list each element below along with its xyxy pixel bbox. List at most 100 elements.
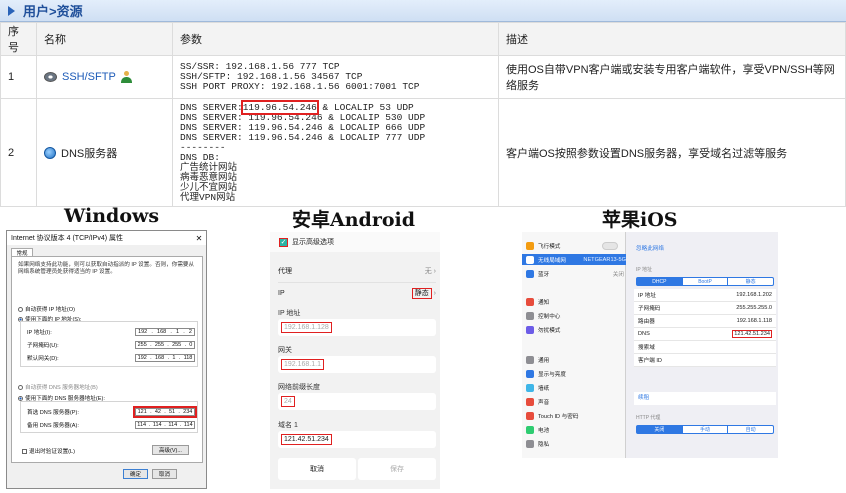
dns1-label: 域名 1 [278, 422, 298, 429]
dialog-title: Internet 协议版本 4 (TCP/IPv4) 属性 [11, 235, 124, 242]
show-advanced-row[interactable]: ✓ 显示高级选项 [270, 232, 440, 252]
ip-address-input[interactable]: 192.168.1.128 [278, 319, 436, 336]
param-line: DNS SERVER:119.96.54.246 & LOCALIP 53 UD… [180, 99, 414, 115]
platform-title-windows: Windows [64, 205, 160, 227]
preferred-dns-field[interactable]: 121. 42. 51. 234 [133, 406, 197, 418]
sidebar-item-wallpaper[interactable]: 墙纸 [526, 382, 624, 393]
sidebar-item-notifications[interactable]: 通知 [526, 296, 624, 307]
triangle-icon [8, 5, 15, 16]
col-params: 参数 [172, 22, 499, 56]
airplane-toggle[interactable] [602, 242, 618, 250]
seg-dhcp[interactable]: DHCP [637, 278, 683, 285]
wifi-detail-panel: 忽略此网络 IP 地址 DHCP BootP 静态 IP 地址 192.168.1… [628, 232, 778, 458]
col-desc: 描述 [498, 22, 846, 56]
dns-group: 首选 DNS 服务器(P): 121. 42. 51. 234 备用 DNS 服务器(… [20, 401, 198, 433]
ios-dns-value: 121.42.51.234 [732, 330, 772, 338]
row-params: SS/SSR: 192.168.1.56 777 TCP SSH/SFTP: 1… [172, 55, 499, 99]
sidebar-item-bluetooth[interactable]: 蓝牙 关闭 [526, 268, 624, 279]
gateway-label: 网关 [278, 347, 292, 354]
ios-search-domain-row[interactable]: 搜索域 [634, 341, 776, 354]
prefix-length-label: 网络前缀长度 [278, 384, 320, 391]
auto-dns-radio[interactable]: 自动获得 DNS 服务器地址(B) [18, 383, 98, 391]
param-line: DNS DB: [180, 151, 220, 163]
sidebar-item-sounds[interactable]: 声音 [526, 396, 624, 407]
sidebar-item-dnd[interactable]: 勿扰模式 [526, 324, 624, 335]
sidebar-item-airplane[interactable]: 飞行模式 [526, 240, 624, 251]
validate-checkbox[interactable]: 退出时验证设置(L) [22, 447, 75, 455]
row-params: DNS SERVER:119.96.54.246 & LOCALIP 53 UD… [172, 98, 499, 207]
gateway-field[interactable]: 192. 168. 1. 118 [135, 354, 195, 362]
proxy-section-label: HTTP 代理 [636, 415, 661, 421]
gear-icon [44, 72, 57, 82]
gateway-input[interactable]: 192.168.1.1 [278, 356, 436, 373]
cancel-button[interactable]: 取消 [278, 458, 356, 480]
renew-lease-button[interactable]: 续租 [634, 392, 776, 405]
windows-ipv4-dialog: Internet 协议版本 4 (TCP/IPv4) 属性 ✕ 常规 如果网络支… [6, 230, 207, 489]
prefix-length-input[interactable]: 24 [278, 393, 436, 410]
sidebar-item-privacy[interactable]: 隐私 [526, 438, 624, 449]
ssh-sftp-link[interactable]: SSH/SFTP [62, 71, 116, 83]
ios-mask-row: 子网掩码 255.255.255.0 [634, 302, 776, 315]
proxy-mode-segmented[interactable]: 关闭 手动 自动 [636, 425, 774, 434]
ip-mode-segmented[interactable]: DHCP BootP 静态 [636, 277, 774, 286]
forget-network-link[interactable]: 忽略此网络 [636, 244, 664, 252]
gateway-row: 默认网关(D): 192. 168. 1. 118 [27, 354, 195, 362]
globe-icon [44, 146, 56, 159]
sidebar-item-control-center[interactable]: 控制中心 [526, 310, 624, 321]
seg-static[interactable]: 静态 [728, 278, 773, 285]
dns1-input[interactable]: 121.42.51.234 [278, 431, 436, 448]
seg-proxy-manual[interactable]: 手动 [683, 426, 729, 433]
save-button[interactable]: 保存 [358, 458, 436, 480]
ios-client-id-row[interactable]: 客户端 ID [634, 354, 776, 367]
cancel-button[interactable]: 取消 [152, 469, 178, 479]
seg-proxy-off[interactable]: 关闭 [637, 426, 683, 433]
dialog-titlebar: Internet 协议版本 4 (TCP/IPv4) 属性 ✕ [7, 231, 206, 245]
ip-row[interactable]: IP 静态 › [278, 288, 436, 299]
settings-sidebar: 飞行模式 无线局域网 NETGEAR13-5G 蓝牙 关闭 通知 控制中心 勿扰模式… [522, 232, 626, 458]
checkbox-icon[interactable]: ✓ [279, 237, 288, 247]
ok-button[interactable]: 确定 [123, 469, 149, 479]
dns-server-name: DNS服务器 [61, 147, 118, 160]
advanced-button[interactable]: 高级(V)... [152, 445, 189, 455]
param-line: 广告统计网站 [180, 161, 238, 173]
ios-dns-row[interactable]: DNS 121.42.51.234 [634, 328, 776, 341]
seg-bootp[interactable]: BootP [683, 278, 729, 285]
ip-fields-card: IP 地址 192.168.1.202 子网掩码 255.255.255.0 路由器… [634, 289, 776, 367]
android-wifi-settings: ✓ 显示高级选项 代理 无 › IP 静态 › IP 地址 192.168.1.… [270, 232, 440, 489]
alternate-dns-row: 备用 DNS 服务器(A): 114. 114. 114. 114 [27, 421, 195, 429]
user-icon [120, 71, 132, 83]
platform-title-android: 安卓Android [292, 209, 416, 231]
dialog-panel: 如果网络支持此功能，则可以获取自动指派的 IP 设置。否则，你需要从网络系统管理… [11, 256, 203, 463]
alternate-dns-field[interactable]: 114. 114. 114. 114 [135, 421, 195, 429]
param-line: 少儿不宜网站 [180, 181, 238, 193]
ip-address-field[interactable]: 192. 168. 1. 2 [135, 328, 195, 336]
ip-address-label: IP 地址 [278, 310, 301, 317]
page-title: 用户>资源 [23, 4, 83, 19]
ip-address-row: IP 地址(I): 192. 168. 1. 2 [27, 328, 195, 336]
sidebar-item-wlan[interactable]: 无线局域网 NETGEAR13-5G [522, 254, 626, 265]
platform-title-ios: 苹果iOS [602, 209, 678, 231]
sidebar-item-battery[interactable]: 电池 [526, 424, 624, 435]
ios-ip-row: IP 地址 192.168.1.202 [634, 289, 776, 302]
row-index: 1 [0, 55, 37, 99]
ios-router-row: 路由器 192.168.1.118 [634, 315, 776, 328]
auto-ip-radio[interactable]: 自动获得 IP 地址(O) [18, 305, 75, 313]
ip-group: IP 地址(I): 192. 168. 1. 2 子网掩码(U): 255. 255. 2… [20, 321, 198, 367]
param-line: DNS SERVER: 119.96.54.246 & LOCALIP 530 … [180, 111, 426, 123]
param-line: 代理VPN网站 [180, 191, 236, 203]
sidebar-item-general[interactable]: 通用 [526, 354, 624, 365]
row-desc: 客户端OS按照参数设置DNS服务器，享受域名过滤等服务 [498, 98, 846, 207]
param-line: DNS SERVER: 119.96.54.246 & LOCALIP 777 … [180, 131, 426, 143]
subnet-mask-field[interactable]: 255. 255. 255. 0 [135, 341, 195, 349]
close-icon[interactable]: ✕ [192, 234, 206, 243]
sidebar-item-display[interactable]: 显示与亮度 [526, 368, 624, 379]
ios-wifi-settings: 飞行模式 无线局域网 NETGEAR13-5G 蓝牙 关闭 通知 控制中心 勿扰模式… [522, 232, 778, 458]
seg-proxy-auto[interactable]: 自动 [728, 426, 773, 433]
row-index: 2 [0, 98, 37, 207]
row-name-cell: SSH/SFTP [36, 55, 173, 99]
proxy-row[interactable]: 代理 无 › [278, 266, 436, 276]
param-line: SSH PORT PROXY: 192.168.1.56 6001:7001 T… [180, 81, 420, 92]
sidebar-item-touch-id[interactable]: Touch ID 与密码 [526, 410, 624, 421]
preferred-dns-row: 首选 DNS 服务器(P): 121. 42. 51. 234 [27, 406, 197, 418]
table-row: 2 DNS服务器 DNS SERVER:119.96.54.246 & LOCA… [0, 98, 846, 207]
